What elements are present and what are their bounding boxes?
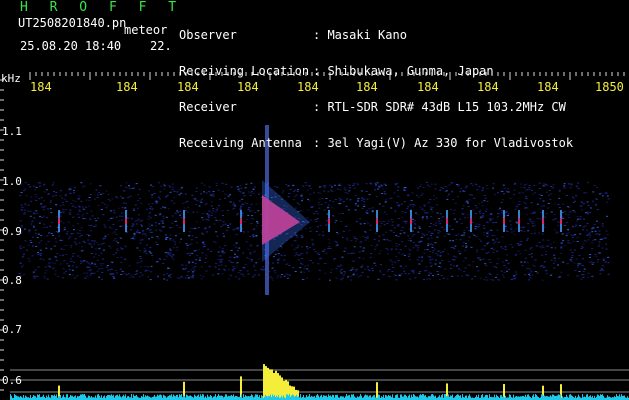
signal-streak-core: [542, 218, 544, 224]
y-tick-label: 1.1: [2, 125, 22, 138]
signal-streak-core: [518, 218, 520, 224]
y-tick-label: 0.7: [2, 323, 22, 336]
signal-streak-core: [446, 218, 448, 224]
x-tick-label: 184: [537, 80, 559, 94]
signal-streak-core: [328, 218, 330, 224]
receiver-label: Receiver: [179, 100, 237, 114]
signal-streak-core: [125, 218, 127, 224]
signal-streak-core: [58, 218, 60, 224]
image-filename: UT2508201840.pn: [18, 16, 127, 30]
signal-streak-core: [410, 218, 412, 224]
x-tick-label: 184: [477, 80, 499, 94]
signal-streak-core: [376, 218, 378, 224]
y-tick-label: 0.9: [2, 225, 22, 238]
x-tick-label: 184: [116, 80, 138, 94]
y-tick-label: 0.6: [2, 374, 22, 387]
x-tick-label: 184: [417, 80, 439, 94]
noise-band: [18, 182, 610, 281]
info-values: : Masaki Kano : Shibukawa, Gunma, Japan …: [313, 5, 573, 173]
location-label: Receiving Location: [179, 64, 310, 78]
y-tick-label: 0.8: [2, 274, 22, 287]
signal-streak-core: [183, 218, 185, 224]
antenna-value: : 3el Yagi(V) Az 330 for Vladivostok: [313, 136, 574, 150]
y-axis-unit: kHz: [1, 72, 21, 85]
power-spike: [376, 382, 378, 400]
x-tick-label: 184: [30, 80, 52, 94]
meteor-echo-halo: [262, 180, 310, 262]
location-value: : Shibukawa, Gunma, Japan: [313, 64, 494, 78]
observer-value: : Masaki Kano: [313, 28, 407, 42]
signal-streak-core: [240, 218, 242, 224]
power-profile: [263, 364, 299, 400]
spectrogram-window: H R O F F T UT2508201840.pn meteor 25.08…: [0, 0, 629, 400]
signal-streak-core: [560, 218, 562, 224]
x-tick-label: 184: [177, 80, 199, 94]
x-tick-label: 184: [356, 80, 378, 94]
x-tick-label: 184: [237, 80, 259, 94]
receiver-value: : RTL-SDR SDR# 43dB L15 103.2MHz CW: [313, 100, 566, 114]
signal-streak-core: [470, 218, 472, 224]
app-title: H R O F F T: [20, 0, 184, 15]
observer-label: Observer: [179, 28, 237, 42]
x-tick-label: 184: [297, 80, 319, 94]
signal-streak-core: [503, 218, 505, 224]
mode-label: meteor: [124, 23, 168, 37]
antenna-label: Receiving Antenna: [179, 136, 302, 150]
timestamp: 25.08.20 18:40 22.: [20, 39, 172, 53]
baseline-noise: [10, 394, 629, 400]
y-tick-label: 1.0: [2, 175, 22, 188]
x-tick-label: 1850: [595, 80, 624, 94]
